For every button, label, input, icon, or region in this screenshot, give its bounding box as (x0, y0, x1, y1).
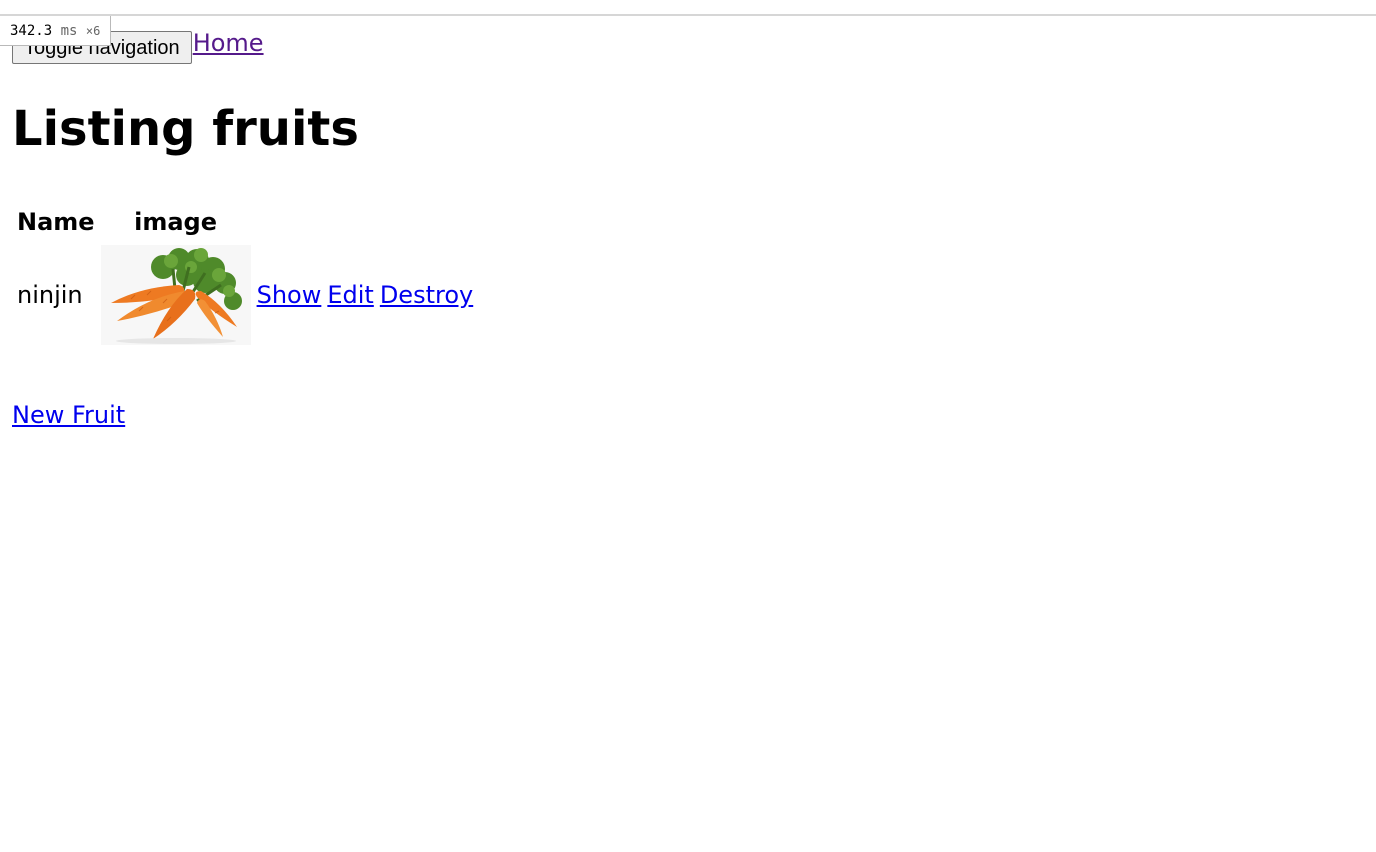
top-divider (0, 14, 1376, 16)
destroy-link[interactable]: Destroy (380, 281, 473, 309)
show-link[interactable]: Show (257, 281, 322, 309)
page-title: Listing fruits (12, 101, 359, 157)
edit-link[interactable]: Edit (327, 281, 373, 309)
carrot-image (100, 245, 251, 345)
edit-cell: Edit (326, 244, 374, 346)
column-header-name: Name (17, 208, 95, 236)
fruit-image-cell (100, 244, 252, 346)
table-header-row: Name image (16, 204, 474, 240)
fruits-table: Name image ninjin Show Edit Destroy (12, 200, 478, 350)
show-cell: Show (256, 244, 323, 346)
profiler-count: ×6 (85, 24, 101, 38)
fruit-name-cell: ninjin (17, 281, 83, 309)
column-header-actions (256, 204, 475, 240)
home-link[interactable]: Home (193, 27, 264, 59)
new-fruit-link[interactable]: New Fruit (12, 398, 125, 432)
profiler-badge[interactable]: 342.3 ms ×6 (0, 16, 112, 46)
profiler-unit: ms (60, 23, 78, 39)
destroy-cell: Destroy (379, 244, 474, 346)
column-header-image: image (134, 208, 218, 236)
table-row: ninjin Show Edit Destroy (16, 244, 474, 346)
profiler-time: 342.3 (10, 23, 53, 39)
